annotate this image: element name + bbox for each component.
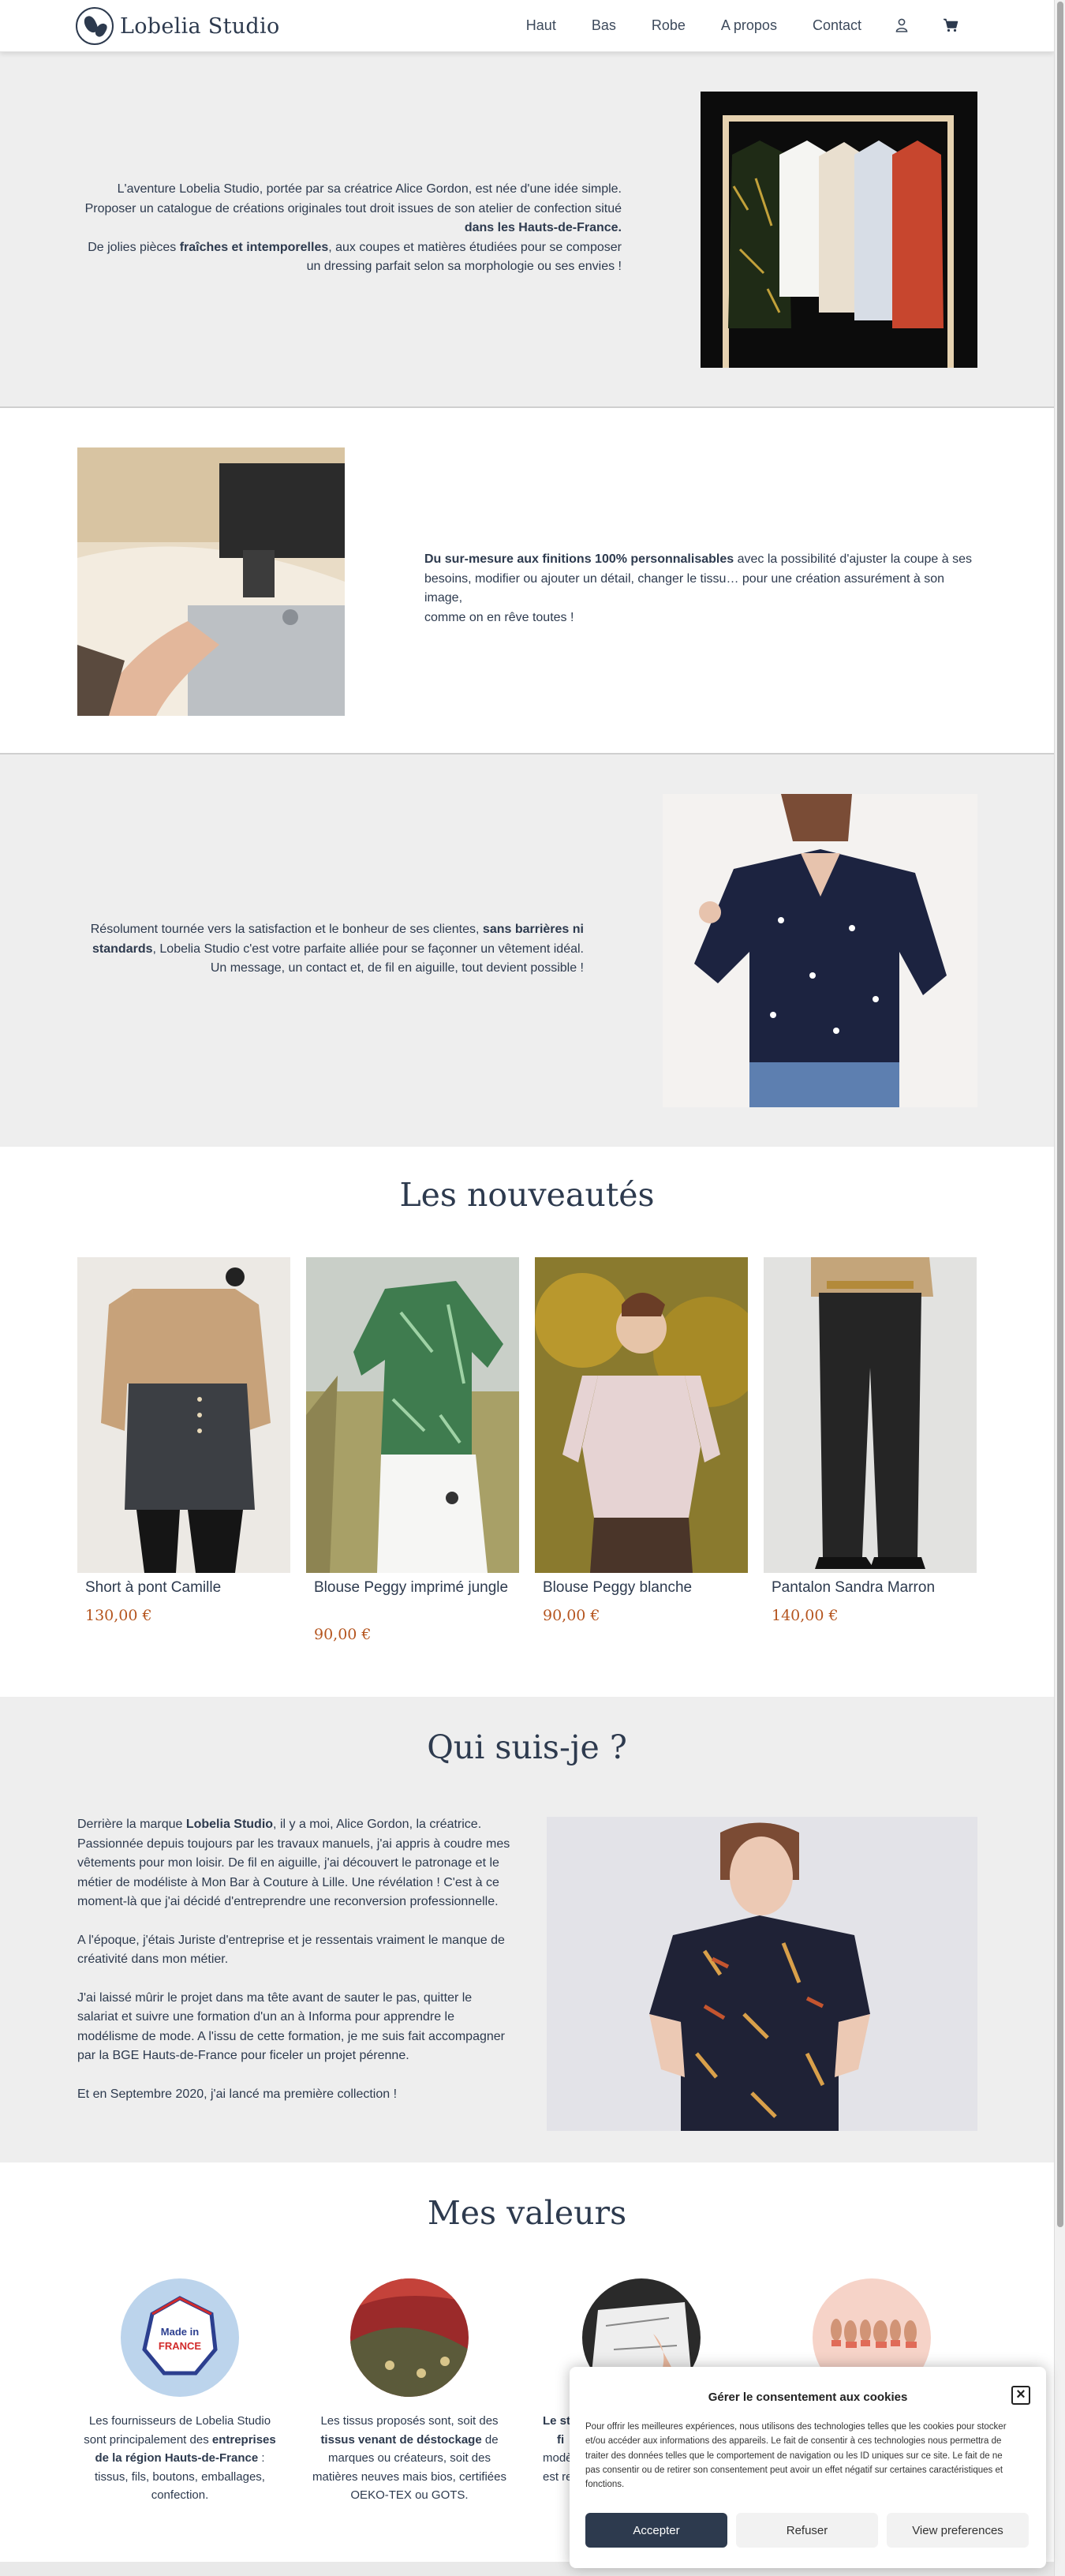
clothes-rack-photo [701, 92, 977, 368]
intro-text-1: L'aventure Lobelia Studio, portée par sa… [84, 182, 622, 273]
logo-icon [76, 7, 114, 45]
product-name[interactable]: Short à pont Camille [85, 1578, 287, 1597]
nav-contact[interactable]: Contact [813, 17, 861, 34]
view-preferences-button[interactable]: View preferences [887, 2513, 1029, 2548]
nav-haut[interactable]: Haut [526, 17, 556, 34]
cart-icon[interactable] [942, 17, 959, 34]
close-icon[interactable]: × [1011, 2386, 1030, 2405]
logo-text: Lobelia Studio [120, 13, 280, 39]
accept-button[interactable]: Accepter [585, 2513, 727, 2548]
refuse-button[interactable]: Refuser [736, 2513, 878, 2548]
value-text-fabrics: Les tissus proposés sont, soit des tissu… [312, 2414, 506, 2502]
creator-portrait-photo [547, 1817, 977, 2131]
nav-a-propos[interactable]: A propos [721, 17, 777, 34]
navy-blouse-photo [663, 794, 977, 1107]
intro-section-2: Du sur-mesure aux finitions 100% personn… [0, 408, 1054, 754]
intro-text-3: Résolument tournée vers la satisfaction … [90, 923, 584, 975]
product-price: 90,00 € [543, 1607, 600, 1624]
news-title: Les nouveautés [399, 1176, 655, 1214]
page-scrollbar[interactable] [1054, 0, 1065, 2576]
made-in-france-image: Made in FRANCE [121, 2278, 239, 2397]
about-text: Derrière la marque Lobelia Studio, il y … [77, 1818, 510, 2101]
nav-bas[interactable]: Bas [592, 17, 616, 34]
intro-section-1: L'aventure Lobelia Studio, portée par sa… [0, 52, 1054, 407]
intro-text-2: Du sur-mesure aux finitions 100% personn… [424, 552, 973, 624]
values-title: Mes valeurs [427, 2194, 627, 2232]
logo[interactable]: Lobelia Studio [76, 7, 280, 45]
main-nav: Haut Bas Robe A propos Contact [491, 0, 959, 51]
product-price: 130,00 € [85, 1607, 152, 1624]
product-name[interactable]: Blouse Peggy imprimé jungle [314, 1578, 516, 1597]
scrollbar-thumb[interactable] [1057, 2, 1063, 2227]
value-text-pattern-visible: Le st fi modè est re [543, 2414, 573, 2484]
product-image[interactable] [764, 1257, 977, 1573]
product-name[interactable]: Pantalon Sandra Marron [772, 1578, 973, 1597]
svg-text:Made in: Made in [161, 2326, 199, 2338]
cookie-consent-dialog: Gérer le consentement aux cookies × Pour… [570, 2367, 1046, 2568]
nav-robe[interactable]: Robe [652, 17, 686, 34]
sewing-machine-photo [77, 447, 345, 716]
product-price: 140,00 € [772, 1607, 839, 1624]
about-title: Qui suis-je ? [427, 1728, 627, 1766]
product-image[interactable] [535, 1257, 748, 1573]
fabrics-image [350, 2278, 469, 2397]
site-header: Lobelia Studio Haut Bas Robe A propos Co… [0, 0, 1054, 52]
user-icon[interactable] [893, 17, 910, 34]
product-image[interactable] [306, 1257, 519, 1573]
value-text-local: Les fournisseurs de Lobelia Studio sont … [84, 2414, 276, 2502]
product-price: 90,00 € [314, 1626, 372, 1643]
product-image[interactable] [77, 1257, 290, 1573]
consent-body: Pour offrir les meilleures expériences, … [585, 2422, 1007, 2490]
consent-title: Gérer le consentement aux cookies [708, 2391, 908, 2404]
intro-section-3: Résolument tournée vers la satisfaction … [0, 754, 1054, 1147]
svg-text:FRANCE: FRANCE [159, 2340, 201, 2352]
product-name[interactable]: Blouse Peggy blanche [543, 1578, 745, 1597]
